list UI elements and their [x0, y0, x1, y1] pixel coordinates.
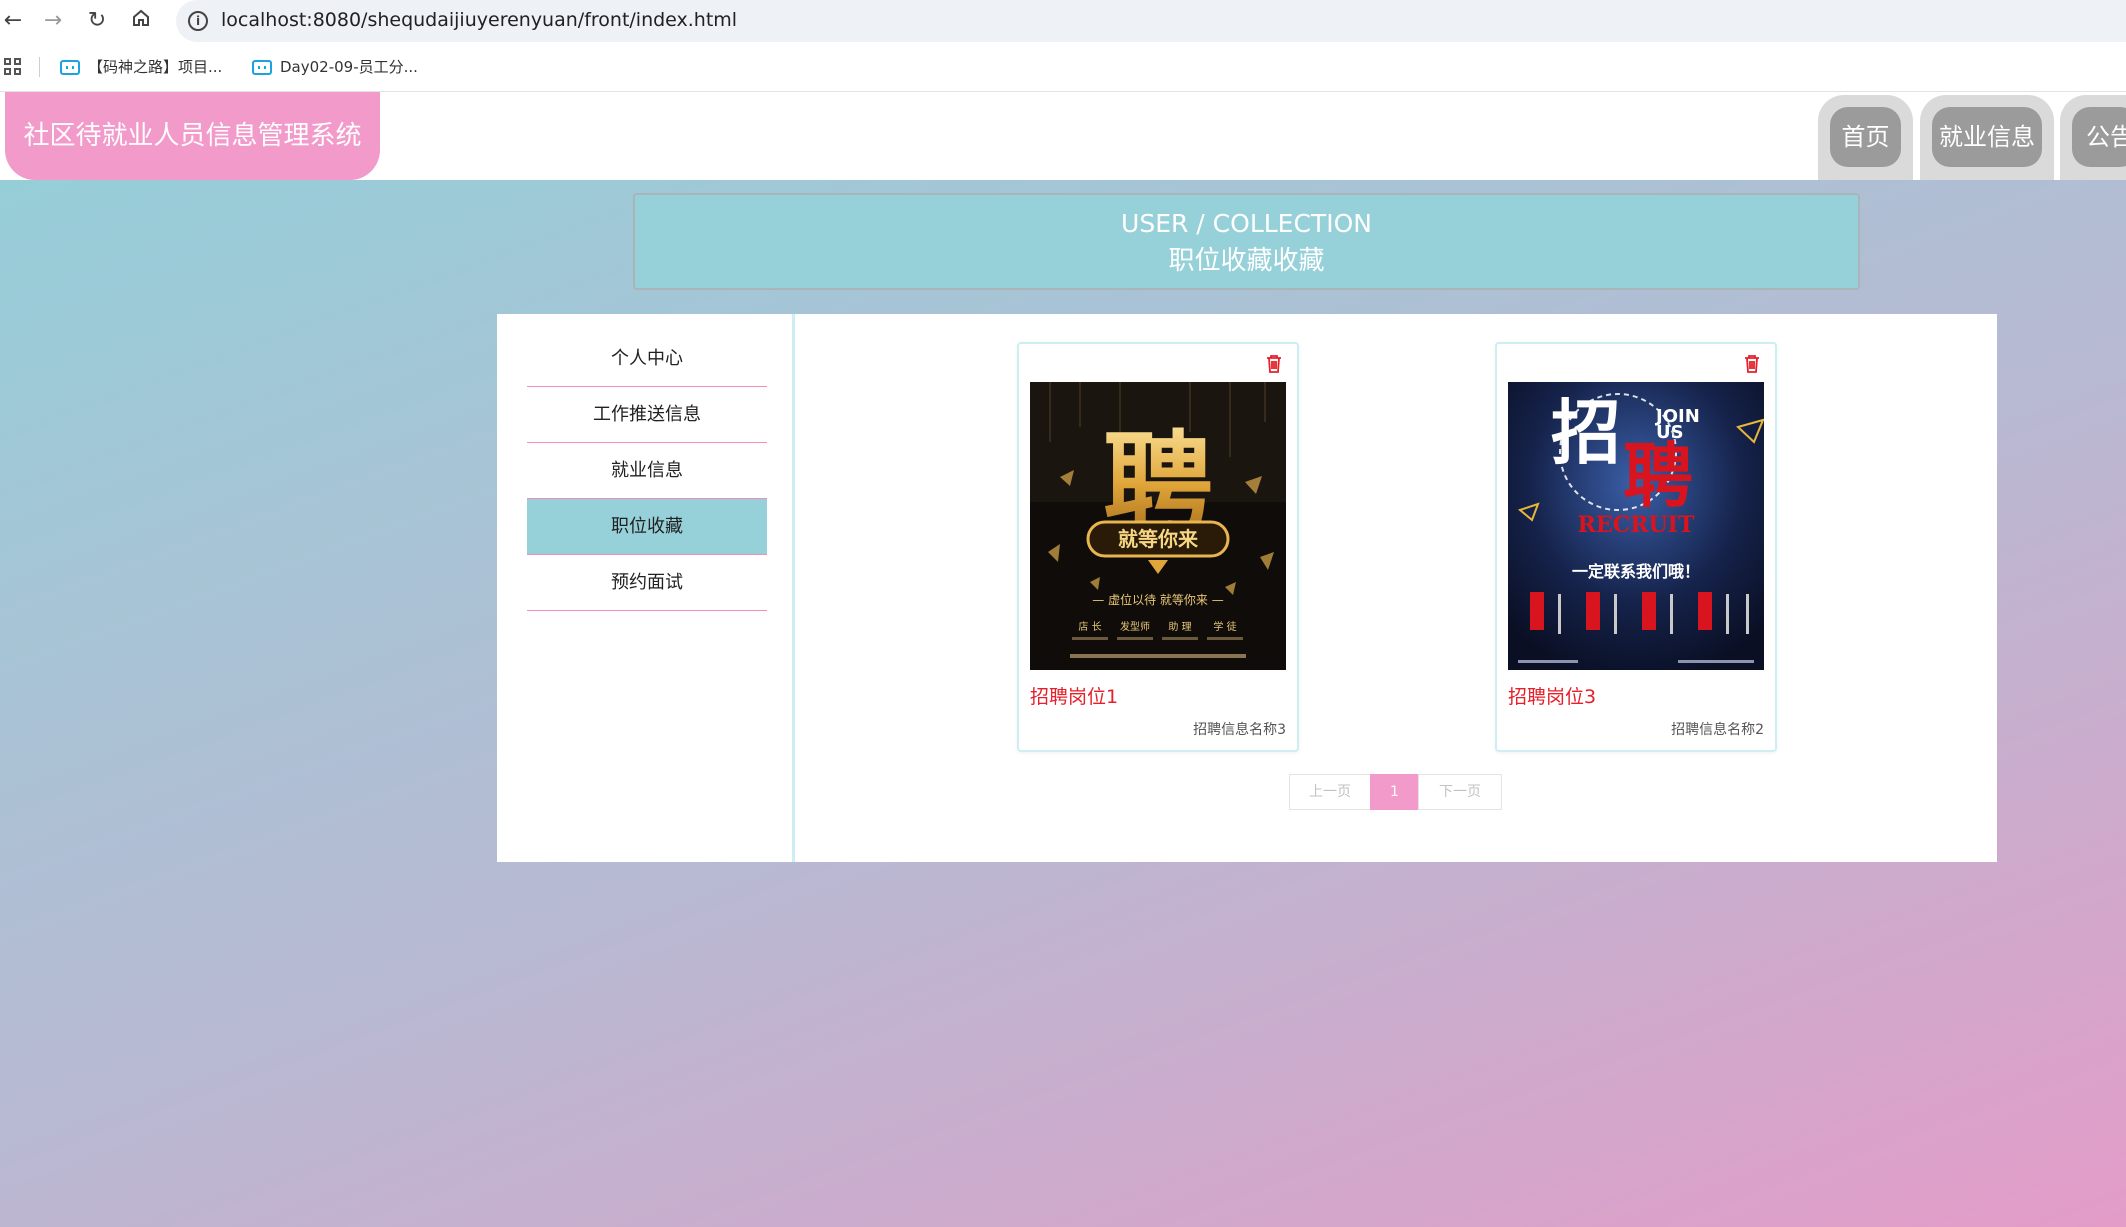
poster-line: 一定联系我们哦！: [1572, 562, 1700, 581]
nav-tab-notice[interactable]: 公告: [2060, 95, 2126, 180]
poster-big-char: 聘: [1623, 435, 1693, 517]
bookmark-item[interactable]: 【码神之路】项目...: [60, 55, 222, 79]
home-icon[interactable]: [128, 8, 154, 34]
collection-card[interactable]: 招 JOIN US 聘 RECRUIT 一定联系我们哦！ 招聘岗位3 招聘信息名…: [1495, 342, 1777, 752]
url-field[interactable]: i localhost:8080/shequdaijiuyerenyuan/fr…: [176, 0, 2126, 42]
trash-icon[interactable]: [1265, 354, 1283, 374]
bookmarks-divider: [39, 57, 40, 77]
page-background: 社区待就业人员信息管理系统 首页 就业信息 公告 USER / COLLECTI…: [0, 92, 2126, 1227]
content-panel: 个人中心 工作推送信息 就业信息 职位收藏 预约面试 聘 就等你来 — 虚位以待…: [497, 314, 1997, 862]
page-number-button[interactable]: 1: [1370, 774, 1419, 810]
collection-card[interactable]: 聘 就等你来 — 虚位以待 就等你来 — 店 长 发型师 助 理 学 徒 招聘岗…: [1017, 342, 1299, 752]
url-text: localhost:8080/shequdaijiuyerenyuan/fron…: [221, 9, 738, 31]
sidebar-item-employment[interactable]: 就业信息: [527, 443, 767, 499]
bookmarks-bar: 【码神之路】项目... Day02-09-员工分...: [0, 42, 2126, 92]
top-navigation: 社区待就业人员信息管理系统 首页 就业信息 公告: [0, 92, 2126, 180]
poster-recruit: RECRUIT: [1578, 512, 1695, 538]
sidebar-item-interview[interactable]: 预约面试: [527, 555, 767, 611]
next-page-button[interactable]: 下一页: [1418, 774, 1502, 810]
poster-big-char: 招: [1551, 392, 1621, 474]
bookmark-label: 【码神之路】项目...: [88, 58, 223, 76]
app-title[interactable]: 社区待就业人员信息管理系统: [5, 92, 380, 180]
nav-tab-home[interactable]: 首页: [1818, 95, 1913, 180]
banner-english-title: USER / COLLECTION: [1121, 209, 1372, 238]
bookmark-item[interactable]: Day02-09-员工分...: [252, 55, 418, 79]
nav-tab-label: 公告: [2072, 107, 2126, 167]
bilibili-icon: [60, 60, 80, 75]
poster-role: 店 长: [1078, 620, 1101, 633]
nav-tab-label: 就业信息: [1932, 107, 2042, 167]
card-title[interactable]: 招聘岗位1: [1030, 682, 1118, 709]
user-sidebar: 个人中心 工作推送信息 就业信息 职位收藏 预约面试: [497, 314, 795, 862]
nav-tab-label: 首页: [1830, 107, 1901, 167]
card-subtitle: 招聘信息名称2: [1671, 722, 1764, 738]
prev-page-button[interactable]: 上一页: [1289, 774, 1371, 810]
back-icon[interactable]: ←: [0, 8, 26, 34]
site-info-icon[interactable]: i: [188, 11, 208, 31]
poster-role: 学 徒: [1213, 620, 1236, 633]
trash-icon[interactable]: [1743, 354, 1761, 374]
browser-address-bar: ← → ↻ i localhost:8080/shequdaijiuyereny…: [0, 0, 2126, 42]
page-banner: USER / COLLECTION 职位收藏收藏: [633, 193, 1860, 290]
nav-tab-jobs[interactable]: 就业信息: [1920, 95, 2054, 180]
card-subtitle: 招聘信息名称3: [1193, 722, 1286, 738]
forward-icon[interactable]: →: [40, 8, 66, 34]
card-title[interactable]: 招聘岗位3: [1508, 682, 1596, 709]
sidebar-item-profile[interactable]: 个人中心: [527, 331, 767, 387]
job-poster-image[interactable]: 聘 就等你来 — 虚位以待 就等你来 — 店 长 发型师 助 理 学 徒: [1030, 382, 1286, 670]
apps-grid-icon[interactable]: [4, 58, 22, 76]
bookmark-label: Day02-09-员工分...: [280, 58, 418, 76]
job-poster-image[interactable]: 招 JOIN US 聘 RECRUIT 一定联系我们哦！: [1508, 382, 1764, 670]
poster-line: — 虚位以待 就等你来 —: [1092, 592, 1223, 607]
reload-icon[interactable]: ↻: [84, 8, 110, 34]
bilibili-icon: [252, 60, 272, 75]
banner-chinese-title: 职位收藏收藏: [1168, 246, 1325, 276]
poster-role: 助 理: [1168, 620, 1191, 633]
poster-role: 发型师: [1120, 620, 1150, 633]
sidebar-item-job-push[interactable]: 工作推送信息: [527, 387, 767, 443]
poster-badge: 就等你来: [1118, 527, 1199, 551]
sidebar-item-collection[interactable]: 职位收藏: [527, 499, 767, 555]
